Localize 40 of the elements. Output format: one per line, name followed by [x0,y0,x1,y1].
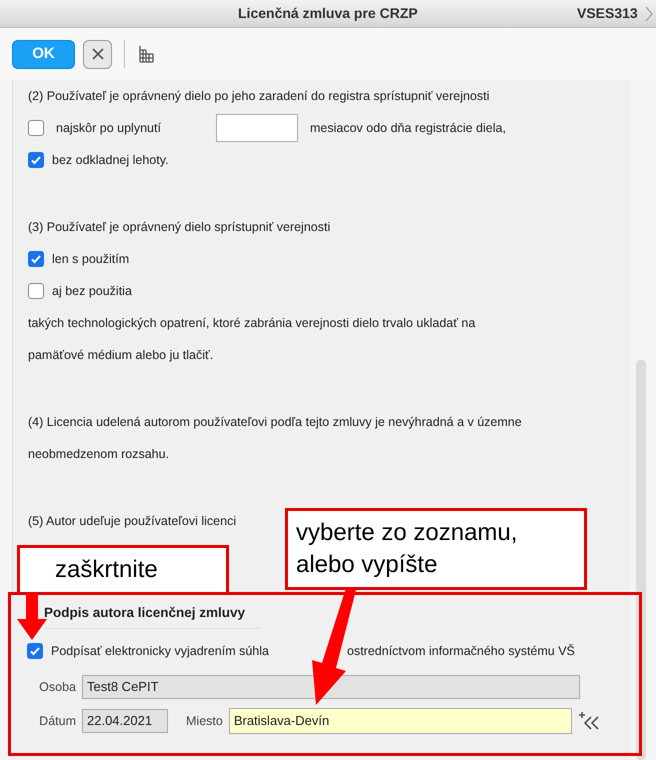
place-field[interactable]: Bratislava-Devín [228,708,572,734]
field-label: Osoba [38,678,77,696]
checkbox-label: ostredníctvom informačného systému VŠ [347,642,575,660]
checkbox[interactable] [28,120,44,136]
checkbox-label: najskôr po uplynutí [56,120,162,137]
chevron-right-icon[interactable] [645,6,653,22]
clause-text: pamäťové médium alebo ju tlačiť. [28,346,214,364]
check-icon [29,645,41,657]
checkbox-label: len s použitím [52,250,130,268]
clause-text: (3) Používateľ je oprávnený dielo sprístupniť verejnosti [28,218,330,236]
close-icon [92,48,104,60]
checkbox[interactable] [27,643,43,659]
clause-text: (4) Licencia udelená autorom používateľovi podľa tejto zmluvy je nevýhradná a v územne [28,414,522,431]
clause-text: (2) Používateľ je oprávnený dielo po jeho zaradení do registra sprístupniť verejnosti [28,88,490,105]
clause-text: takých technologických opatrení, ktoré zabránia verejnosti dielo trvalo ukladať na [28,314,476,332]
close-button[interactable] [83,40,112,68]
section-title: Podpis autora licenčnej zmluvy [44,603,262,629]
field-label: Miesto [186,712,223,730]
checkbox-label: bez odkladnej lehoty. [52,152,169,169]
person-field[interactable]: Test8 CePIT [82,675,580,699]
check-icon [30,154,42,166]
date-field[interactable]: 22.04.2021 [82,709,168,733]
clause-text: (5) Autor udeľuje používateľovi licenci [28,512,236,530]
callout-text: alebo vypíšte [296,550,438,580]
checkbox[interactable] [28,152,44,168]
add-select-icon[interactable] [578,711,600,731]
checkbox[interactable] [28,283,44,299]
window-title: Licenčná zmluva pre CRZP [238,4,418,23]
checkbox-label: aj bez použitia [52,282,132,300]
callout-text: vyberte zo zoznamu, [296,518,518,548]
checkbox-label: Podpísať elektronicky vyjadrením súhla [51,642,270,660]
grid-icon[interactable] [137,45,155,63]
clause-text: neobmedzenom rozsahu. [28,446,170,463]
checkbox[interactable] [28,251,44,267]
field-label: Dátum [38,712,77,730]
months-input[interactable] [216,114,298,142]
checkbox-label: mesiacov odo dňa registrácie diela, [310,120,506,137]
callout-text: zaškrtnite [55,555,158,585]
check-icon [30,253,42,265]
form-code: VSES313 [577,4,638,23]
